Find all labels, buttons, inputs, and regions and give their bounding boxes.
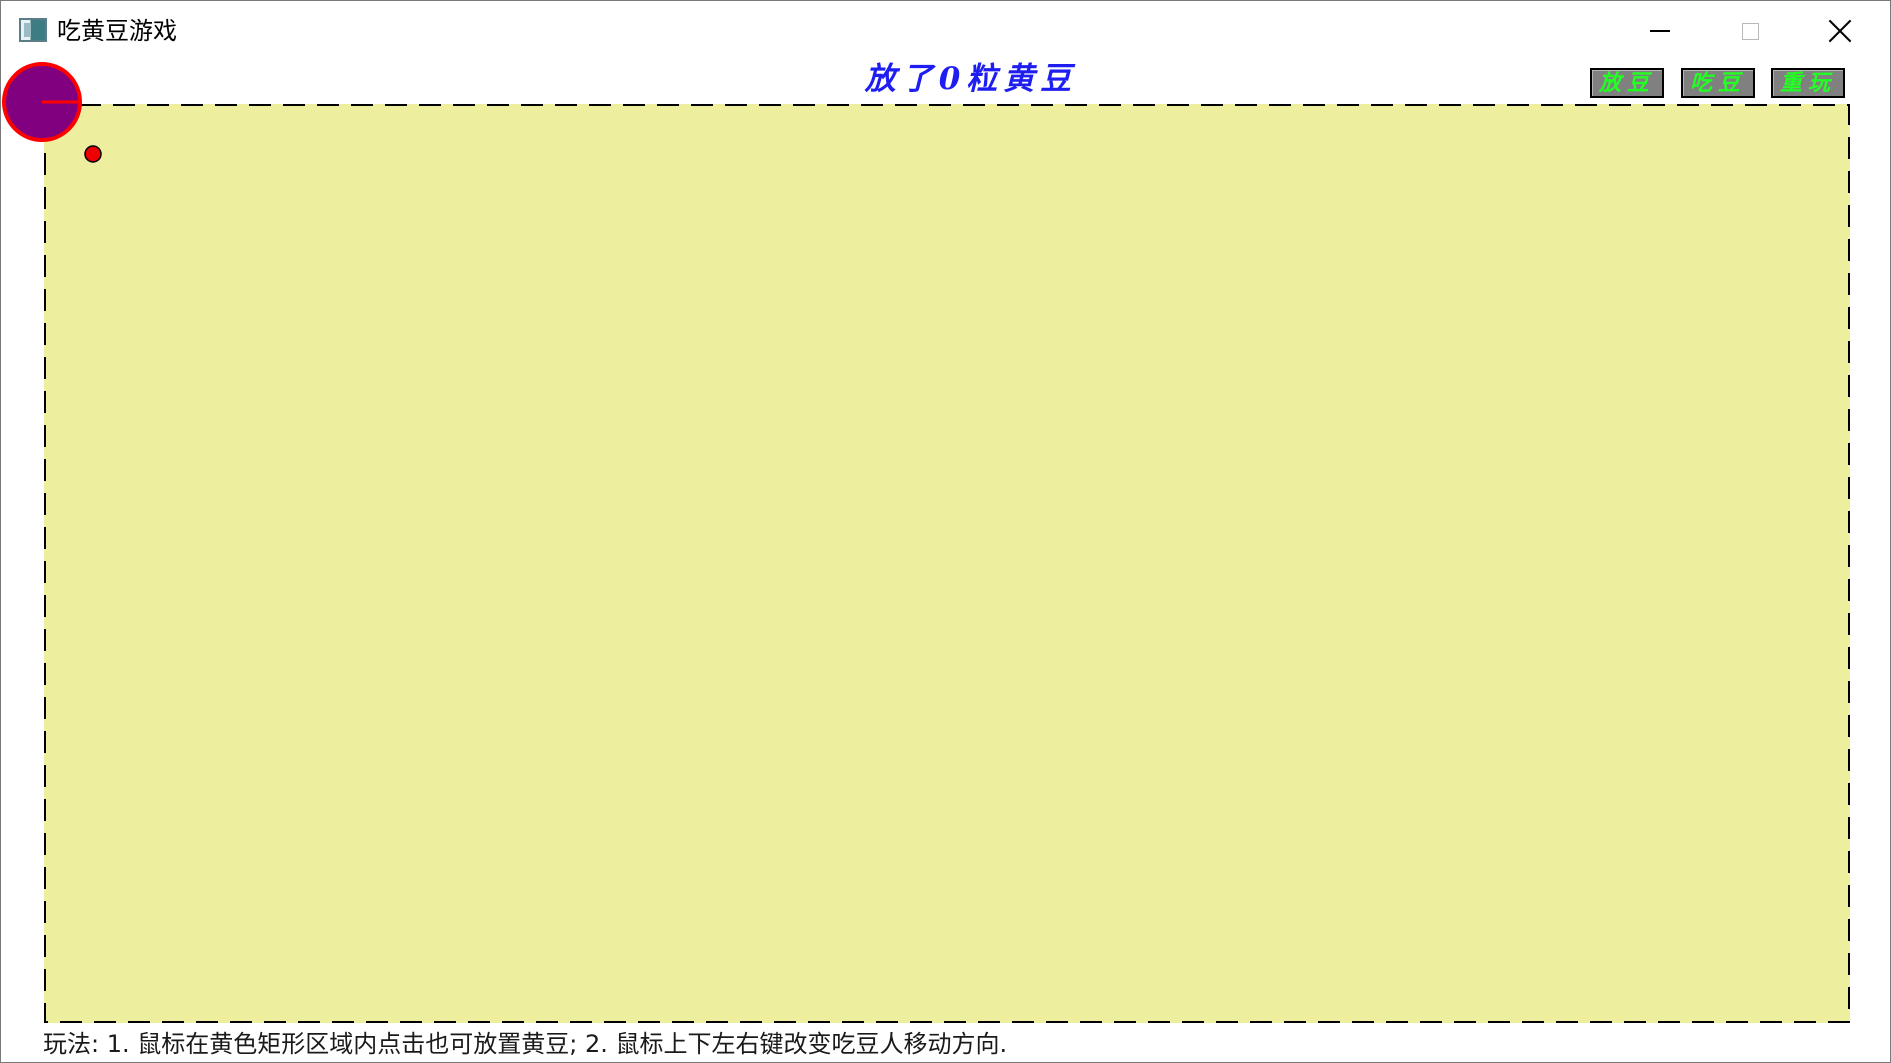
close-button[interactable] xyxy=(1795,1,1885,61)
eat-bean-button[interactable]: 吃豆 xyxy=(1681,68,1755,98)
maximize-icon xyxy=(1741,22,1759,40)
close-icon xyxy=(1828,19,1852,43)
window-title: 吃黄豆游戏 xyxy=(57,17,177,45)
game-window: 吃黄豆游戏 放了0粒黄豆 放豆 吃豆 重玩 玩法: 1. 鼠标在黄色矩形区域内点… xyxy=(0,0,1891,1063)
replay-button[interactable]: 重玩 xyxy=(1771,68,1845,98)
minimize-button[interactable] xyxy=(1615,1,1705,61)
title-bar[interactable]: 吃黄豆游戏 xyxy=(1,1,1890,61)
instructions-text: 玩法: 1. 鼠标在黄色矩形区域内点击也可放置黄豆; 2. 鼠标上下左右键改变吃… xyxy=(43,1030,1008,1058)
pacman-player xyxy=(2,62,82,142)
yellow-bean xyxy=(84,145,102,163)
play-area[interactable] xyxy=(44,104,1850,1023)
minimize-icon xyxy=(1650,30,1670,32)
play-area-border xyxy=(44,104,1850,1023)
bean-counter-label: 放了0粒黄豆 xyxy=(864,61,1078,97)
place-bean-button[interactable]: 放豆 xyxy=(1590,68,1664,98)
app-window-icon xyxy=(19,18,47,42)
maximize-button[interactable] xyxy=(1705,1,1795,61)
